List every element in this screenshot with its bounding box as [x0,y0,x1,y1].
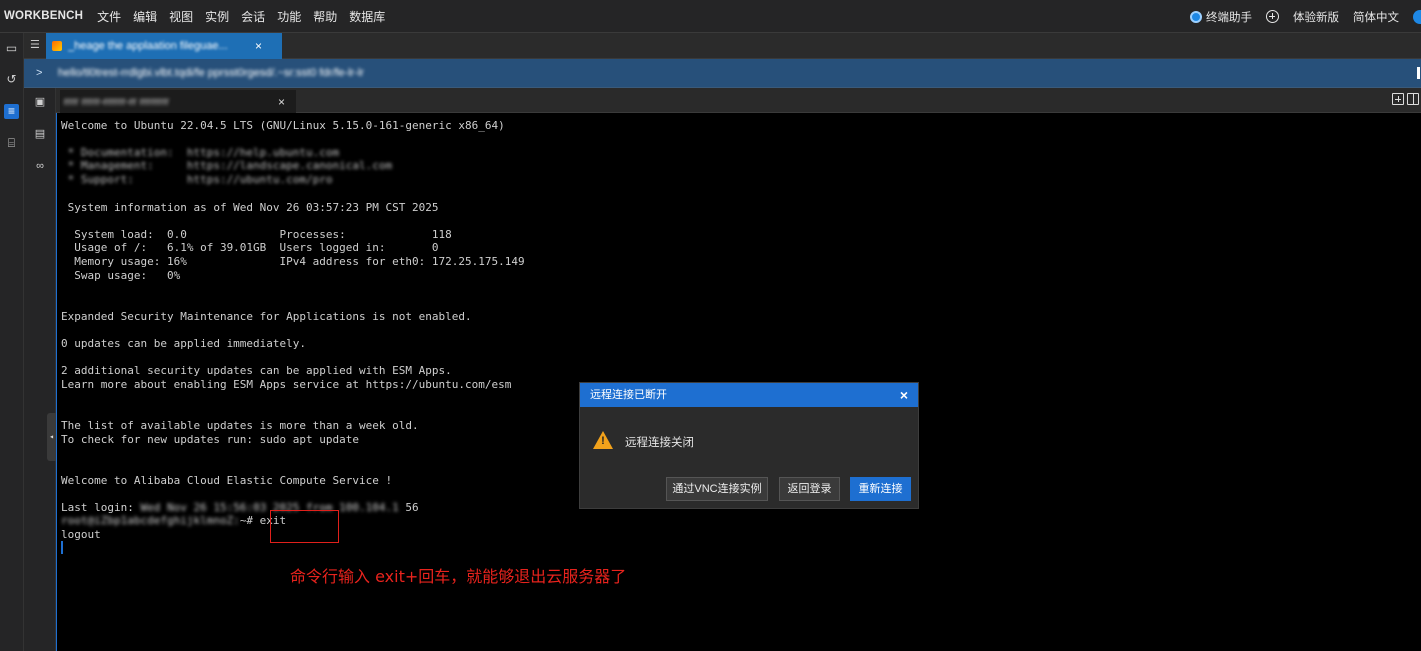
try-new-version-button[interactable]: 体验新版 [1293,9,1339,25]
group-icon[interactable]: ∞ [33,159,47,173]
terminal-icon[interactable]: ▣ [33,95,47,109]
exit-command-line: root@iZbp1abcdefghijklmnoZ:~# exit [61,514,286,527]
menu-view[interactable]: 视图 [169,8,193,25]
session-address-text: hello/tl0trest-rrdlgbi.vlbt.tqdi/fe pprs… [58,67,364,79]
collapse-sidebar-handle[interactable]: ◂ [47,413,56,461]
session-address-bar: > hello/tl0trest-rrdlgbi.vlbt.tqdi/fe pp… [24,59,1421,88]
session-tabs-row: ☰ _heage the applaation fileguae... × [24,33,1421,59]
menu-instance[interactable]: 实例 [205,8,229,25]
terminal-assistant-label: 终端助手 [1206,11,1252,24]
close-terminal-tab-icon[interactable]: × [278,95,285,109]
terminal-line: System load: 0.0 Processes: 118 [61,228,452,241]
instance-favicon-icon [52,41,62,51]
last-login-line: Last login: Wed Nov 26 15:56:03 2025 fro… [61,501,419,514]
history-icon[interactable]: ↺ [4,72,19,87]
terminal-line: Expanded Security Maintenance for Applic… [61,310,472,323]
exit-highlight-box [270,510,339,543]
try-new-version-label: 体验新版 [1293,11,1339,24]
menu-file[interactable]: 文件 [97,8,121,25]
dialog-title: 远程连接已断开 [580,383,918,407]
new-terminal-icon[interactable] [1392,93,1404,105]
reconnect-button[interactable]: 重新连接 [850,477,911,501]
terminal-line: 0 updates can be applied immediately. [61,337,307,350]
dialog-message: 远程连接关闭 [625,437,694,449]
terminal-line: Memory usage: 16% IPv4 address for eth0:… [61,255,525,268]
avatar-icon [1413,9,1421,24]
terminal-line: Welcome to Alibaba Cloud Elastic Compute… [61,474,393,487]
language-label: 简体中文 [1353,11,1399,24]
terminal-line: To check for new updates run: sudo apt u… [61,433,360,446]
terminal-tab-bar: rrrr rrrrr-rrrrrr-rr rrrrrrrr × [56,88,1421,113]
chevron-right-icon[interactable]: > [36,67,42,79]
file-icon[interactable]: ▤ [33,127,47,141]
tab-list-icon[interactable]: ☰ [30,39,42,51]
add-button[interactable] [1266,10,1279,23]
avatar[interactable] [1413,9,1421,24]
split-terminal-icon[interactable] [1407,93,1419,105]
workbench-window: WORKBENCH 文件 编辑 视图 实例 会话 功能 帮助 数据库 终端助手 … [0,0,1421,651]
terminal-tab[interactable]: rrrr rrrrr-rrrrrr-rr rrrrrrrr × [60,90,296,113]
last-login-label: Last login: [61,501,141,514]
language-selector[interactable]: 简体中文 [1353,9,1399,25]
terminal-line: * Support: https://ubuntu.com/pro [61,173,333,186]
assistant-icon [1190,10,1202,23]
server-list-icon[interactable]: ≡ [4,104,19,119]
plus-circle-icon [1266,10,1279,23]
menu-bar: WORKBENCH 文件 编辑 视图 实例 会话 功能 帮助 数据库 终端助手 … [0,0,1421,33]
disconnect-dialog: 远程连接已断开 × ! 远程连接关闭 通过VNC连接实例 返回登录 重新连接 [579,382,919,509]
menu-database[interactable]: 数据库 [349,8,385,25]
vnc-connect-button[interactable]: 通过VNC连接实例 [666,477,768,501]
close-tab-icon[interactable]: × [255,39,262,53]
terminal-line: Welcome to Ubuntu 22.04.5 LTS (GNU/Linux… [61,119,505,132]
tab-instance-session[interactable]: _heage the applaation fileguae... × [46,33,282,59]
tab-instance-title: _heage the applaation fileguae... [68,40,228,52]
brand-logo: WORKBENCH [4,10,84,22]
code-icon[interactable]: ⌸ [4,136,19,151]
terminal-tab-title: rrrr rrrrr-rrrrrr-rr rrrrrrrr [64,95,170,108]
terminal-line: Usage of /: 6.1% of 39.01GB Users logged… [61,241,439,254]
activity-bar: ▭ ↺ ≡ ⌸ [0,33,24,651]
menu-features[interactable]: 功能 [277,8,301,25]
terminal-line: Learn more about enabling ESM Apps servi… [61,378,512,391]
last-login-tail: 56 [405,501,419,514]
terminal-line: Swap usage: 0% [61,269,181,282]
warning-mark: ! [601,435,605,447]
terminal-line: System information as of Wed Nov 26 03:5… [61,201,439,214]
prompt-masked: root@iZbp1abcdefghijklmnoZ: [61,514,240,527]
terminal-line: * Documentation: https://help.ubuntu.com [61,146,340,159]
back-to-login-button[interactable]: 返回登录 [779,477,840,501]
terminal-line: 2 additional security updates can be app… [61,364,452,377]
close-dialog-icon[interactable]: × [900,383,908,407]
menubar-right: 终端助手 体验新版 简体中文 [1190,0,1421,33]
terminal-cursor [61,541,63,554]
menu-session[interactable]: 会话 [241,8,265,25]
terminal-line: The list of available updates is more th… [61,419,419,432]
session-side-column: ▣ ▤ ∞ [24,33,56,651]
terminal-line: * Management: https://landscape.canonica… [61,159,393,172]
annotation-text: 命令行输入 exit+回车，就能够退出云服务器了 [290,567,627,586]
scroll-indicator [1417,67,1420,79]
terminal-tools [1392,93,1419,105]
terminal-assistant-button[interactable]: 终端助手 [1190,9,1252,25]
menu-edit[interactable]: 编辑 [133,8,157,25]
menu-help[interactable]: 帮助 [313,8,337,25]
folder-icon[interactable]: ▭ [4,41,19,56]
logout-line: logout [61,528,101,541]
